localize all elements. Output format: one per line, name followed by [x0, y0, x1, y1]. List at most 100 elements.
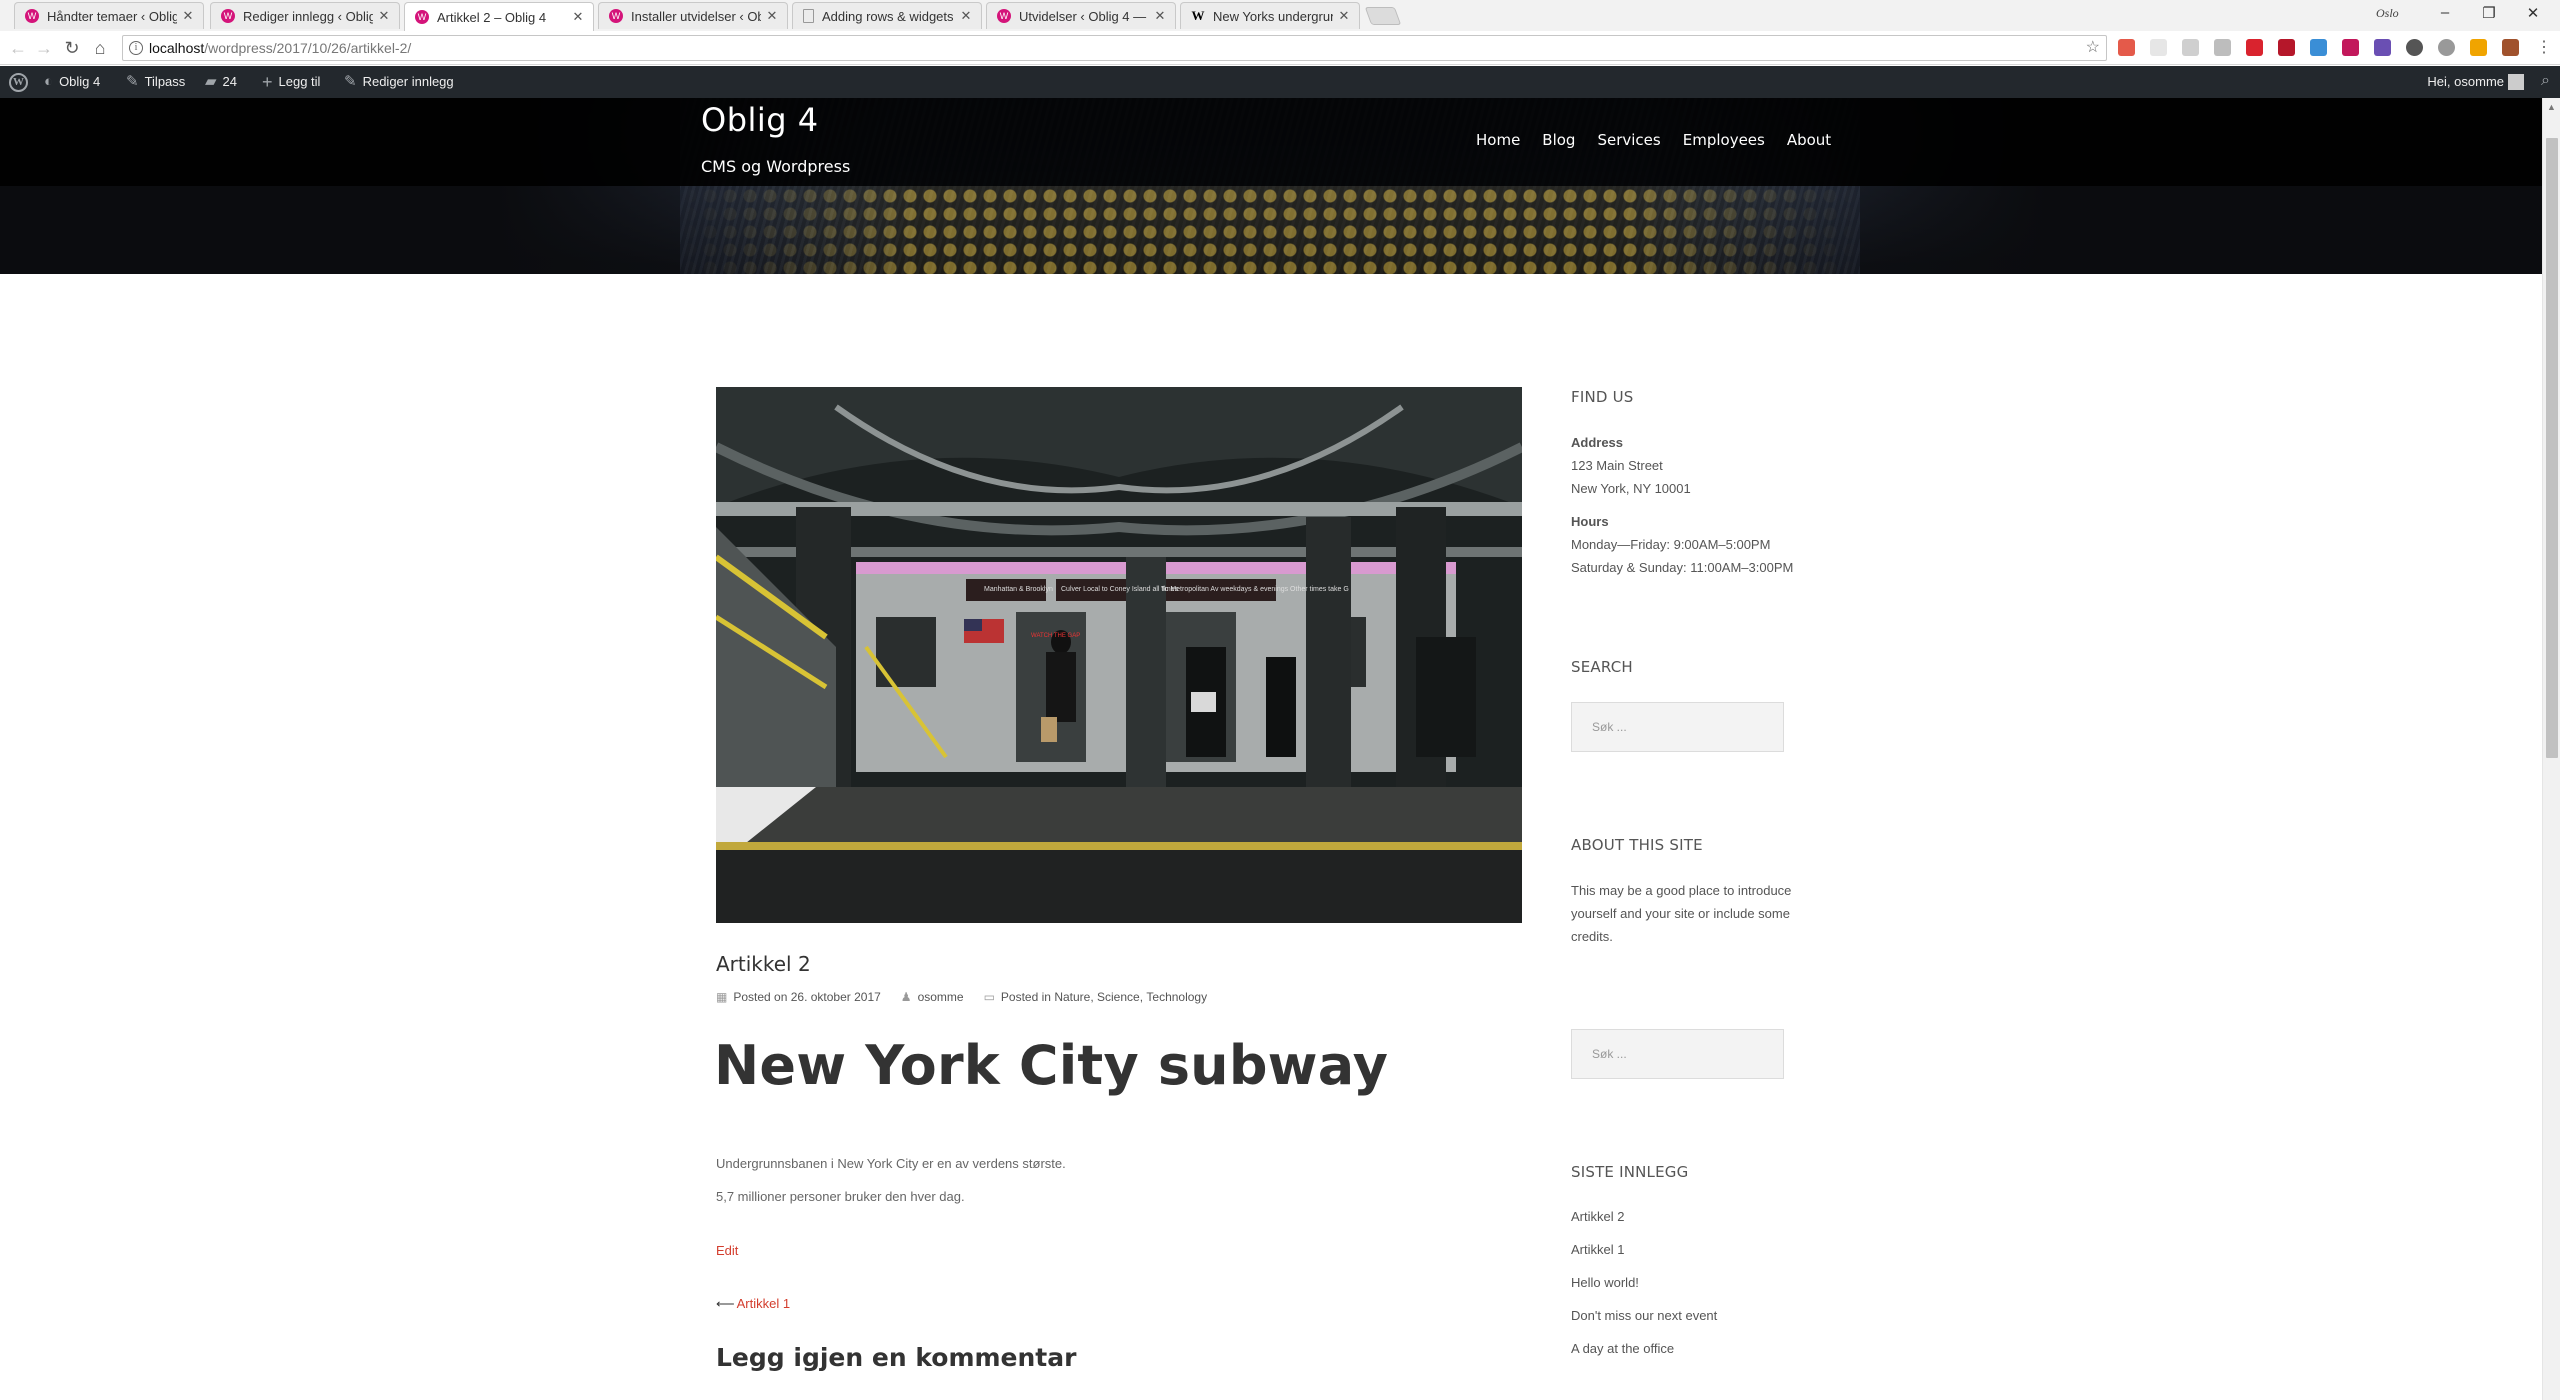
close-icon[interactable]: ✕ [571, 9, 585, 25]
post-date-text[interactable]: Posted on 26. oktober 2017 [733, 990, 880, 1004]
extension-icon[interactable] [2310, 39, 2327, 56]
admin-comments[interactable]: ▰ 24 [205, 66, 237, 98]
sign-metropolitan: To Metropolitan Av weekdays & evenings O… [1161, 586, 1349, 593]
extension-icon[interactable] [2470, 39, 2487, 56]
close-icon[interactable]: ✕ [1153, 8, 1167, 24]
recent-post-link[interactable]: A day at the office [1571, 1341, 1674, 1356]
extension-icon[interactable] [2438, 39, 2455, 56]
new-tab-button[interactable] [1364, 7, 1402, 25]
tab-title: Utvidelser ‹ Oblig 4 — W [1019, 8, 1149, 24]
close-icon[interactable]: ✕ [181, 8, 195, 24]
nav-about[interactable]: About [1787, 131, 1831, 149]
admin-customize-label: Tilpass [144, 74, 186, 89]
search-icon[interactable]: ⌕ [2541, 72, 2550, 90]
wordpress-logo-icon[interactable]: W [9, 73, 28, 92]
scrollbar-thumb[interactable] [2546, 138, 2558, 758]
info-icon[interactable]: i [129, 41, 143, 55]
nav-employees[interactable]: Employees [1683, 131, 1765, 149]
browser-tab-strip: W Håndter temaer ‹ Oblig 4 ✕ W Rediger i… [0, 0, 2560, 31]
extension-icon[interactable] [2118, 39, 2135, 56]
category-link[interactable]: Science [1097, 990, 1140, 1004]
brush-icon: ✎ [126, 73, 139, 90]
extension-icon[interactable] [2214, 39, 2231, 56]
wordpress-icon: W [609, 9, 623, 23]
back-icon[interactable]: ← [6, 36, 30, 60]
url-path: /wordpress/2017/10/26/artikkel-2/ [204, 40, 412, 56]
site-navbar: Oblig 4 CMS og Wordpress Home Blog Servi… [0, 98, 2542, 186]
page-scrollbar[interactable]: ▲ [2542, 98, 2560, 1400]
address-label: Address [1571, 435, 1624, 450]
post-categories: ▭ Posted in Nature, Science, Technology [983, 990, 1208, 1004]
restore-icon[interactable]: ❐ [2474, 4, 2504, 22]
recent-post-link[interactable]: Don't miss our next event [1571, 1308, 1717, 1323]
admin-customize[interactable]: ✎ Tilpass [126, 66, 185, 98]
extension-icon[interactable] [2374, 39, 2391, 56]
home-icon[interactable]: ⌂ [88, 36, 112, 60]
browser-tab[interactable]: Adding rows & widgets ✕ [792, 2, 982, 29]
browser-tab[interactable]: W Håndter temaer ‹ Oblig 4 ✕ [14, 2, 204, 29]
address-bar[interactable]: i localhost/wordpress/2017/10/26/artikke… [122, 35, 2107, 61]
bookmark-star-icon[interactable]: ☆ [2086, 36, 2100, 60]
post-author-name[interactable]: osomme [918, 990, 964, 1004]
post-heading: New York City subway [714, 1034, 1389, 1097]
wikipedia-icon: W [1191, 8, 1205, 23]
scroll-up-icon[interactable]: ▲ [2547, 102, 2556, 112]
browser-toolbar: ← → ↻ ⌂ i localhost/wordpress/2017/10/26… [0, 31, 2560, 65]
previous-post-link[interactable]: ⟵ Artikkel 1 [716, 1296, 790, 1312]
sign-watch-gap: WATCH THE GAP [1031, 633, 1080, 639]
about-line: This may be a good place to introduce [1571, 883, 1792, 898]
recent-post-link[interactable]: Artikkel 2 [1571, 1209, 1624, 1224]
extension-icon[interactable] [2246, 39, 2263, 56]
close-icon[interactable]: ✕ [377, 8, 391, 24]
arrow-left-icon: ⟵ [716, 1296, 735, 1311]
close-icon[interactable]: ✕ [959, 8, 973, 24]
menu-icon[interactable]: ⋮ [2532, 36, 2556, 60]
hours-label: Hours [1571, 514, 1609, 529]
extension-icon[interactable] [2150, 39, 2167, 56]
site-title[interactable]: Oblig 4 [701, 101, 819, 139]
category-link[interactable]: Technology [1146, 990, 1207, 1004]
forward-icon[interactable]: → [32, 36, 56, 60]
pencil-icon: ✎ [344, 73, 357, 90]
reload-icon[interactable]: ↻ [60, 36, 84, 60]
admin-howdy[interactable]: Hei, osomme [2427, 66, 2504, 98]
recent-post-link[interactable]: Artikkel 1 [1571, 1242, 1624, 1257]
browser-tab[interactable]: W Utvidelser ‹ Oblig 4 — W ✕ [986, 2, 1176, 29]
calendar-icon: ▦ [716, 990, 728, 1004]
browser-tab-active[interactable]: W Artikkel 2 – Oblig 4 ✕ [404, 2, 594, 31]
avatar[interactable] [2508, 74, 2524, 90]
admin-site-name[interactable]: ◐ Oblig 4 [44, 66, 100, 98]
previous-post-label[interactable]: Artikkel 1 [737, 1296, 790, 1311]
extension-icon[interactable] [2182, 39, 2199, 56]
category-link[interactable]: Nature [1054, 990, 1090, 1004]
search-input-secondary[interactable]: Søk ... [1571, 1029, 1784, 1079]
hours-line: Monday—Friday: 9:00AM–5:00PM [1571, 537, 1771, 552]
extension-icon[interactable] [2342, 39, 2359, 56]
url-host: localhost [149, 40, 205, 56]
admin-new[interactable]: + Legg til [262, 66, 320, 98]
nav-services[interactable]: Services [1597, 131, 1660, 149]
minimize-icon[interactable]: – [2430, 4, 2460, 21]
window-close-icon[interactable]: ✕ [2518, 4, 2548, 22]
user-icon: ♟ [900, 990, 912, 1004]
close-icon[interactable]: ✕ [1337, 8, 1351, 24]
extension-icon[interactable] [2502, 39, 2519, 56]
about-text: This may be a good place to introduce yo… [1571, 879, 1791, 948]
window-user-label[interactable]: Oslo [2376, 6, 2399, 21]
browser-tab[interactable]: W Rediger innlegg ‹ Oblig 4 ✕ [210, 2, 400, 29]
admin-edit-post-label: Rediger innlegg [362, 74, 454, 89]
extension-icon[interactable] [2278, 39, 2295, 56]
nav-home[interactable]: Home [1476, 131, 1520, 149]
browser-tab[interactable]: W Installer utvidelser ‹ Oblig ✕ [598, 2, 788, 29]
edit-post-link[interactable]: Edit [716, 1243, 738, 1258]
wp-admin-bar: W ◐ Oblig 4 ✎ Tilpass ▰ 24 + Legg til ✎ … [0, 66, 2560, 98]
browser-tab[interactable]: W New Yorks undergrunnsb ✕ [1180, 2, 1360, 29]
admin-edit-post[interactable]: ✎ Rediger innlegg [344, 66, 454, 98]
close-icon[interactable]: ✕ [765, 8, 779, 24]
extension-icon[interactable] [2406, 39, 2423, 56]
search-input[interactable]: Søk ... [1571, 702, 1784, 752]
nav-blog[interactable]: Blog [1542, 131, 1575, 149]
tab-title: Artikkel 2 – Oblig 4 [437, 9, 547, 25]
recent-post-link[interactable]: Hello world! [1571, 1275, 1639, 1290]
admin-site-name-label: Oblig 4 [59, 74, 101, 89]
